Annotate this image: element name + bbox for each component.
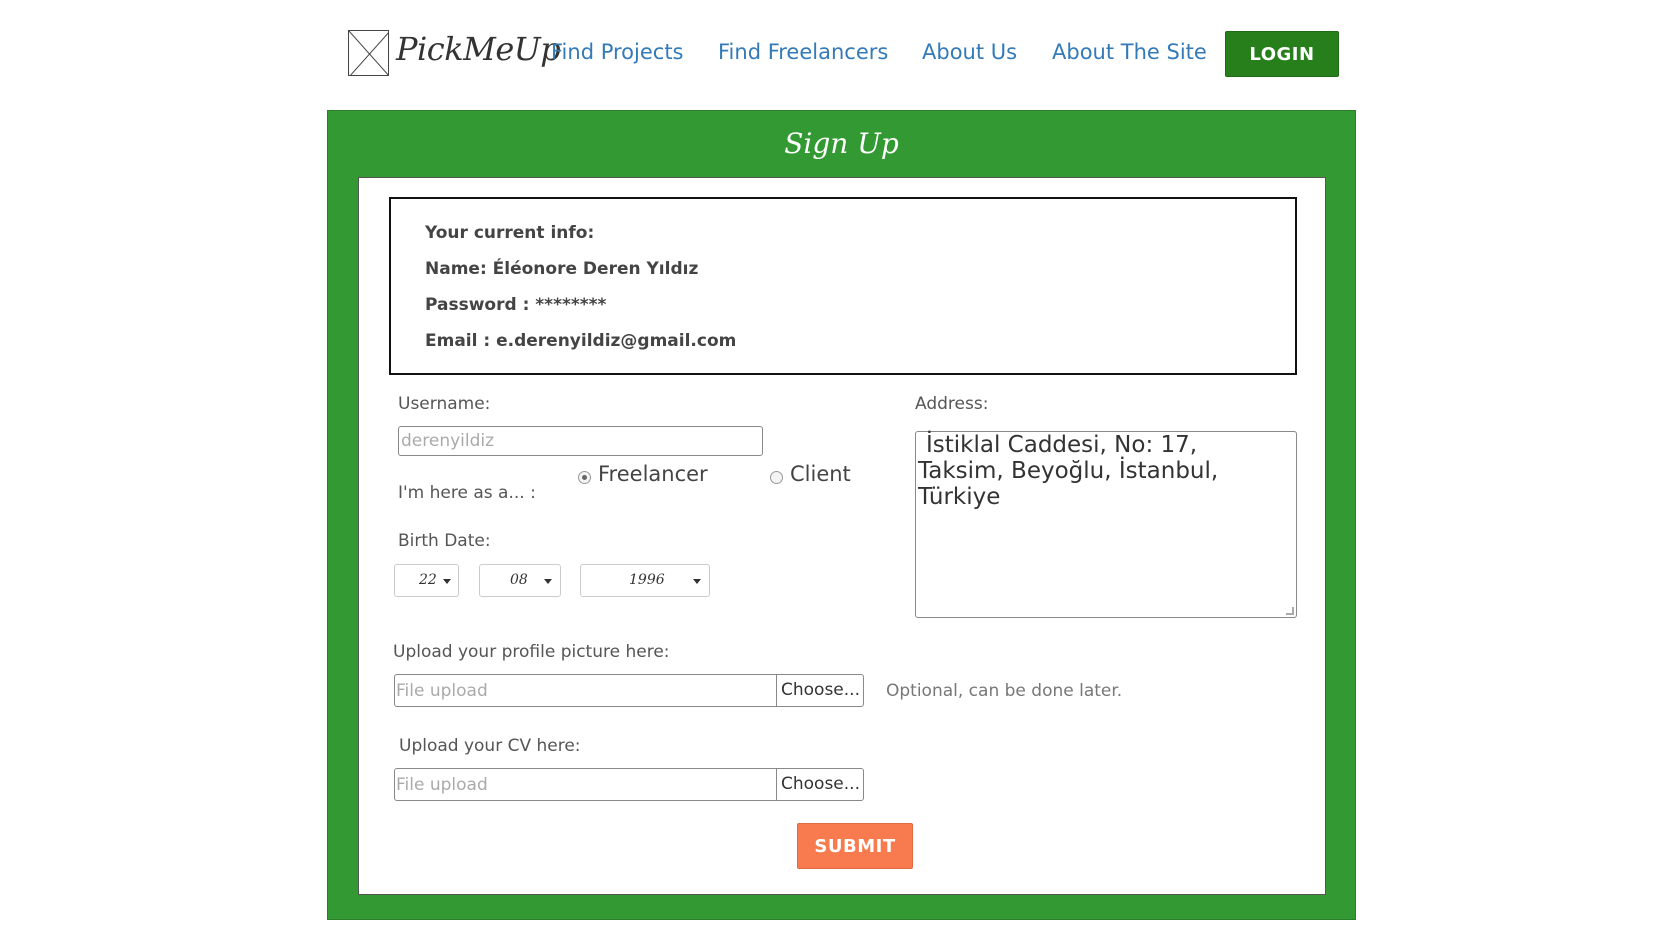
birth-year-value: 1996 (629, 572, 665, 588)
chevron-down-icon (693, 579, 701, 584)
brand-name[interactable]: PickMeUp (396, 30, 561, 68)
current-info-box: Your current info: Name: Éléonore Deren … (389, 197, 1297, 375)
freelancer-radio-label[interactable]: Freelancer (598, 462, 708, 486)
picture-upload-input[interactable]: File upload Choose... (394, 674, 864, 707)
resize-handle-icon[interactable] (1286, 607, 1294, 615)
chevron-down-icon (443, 579, 451, 584)
birth-day-select[interactable]: 22 (394, 564, 459, 597)
nav-about-us[interactable]: About Us (922, 40, 1017, 64)
login-button[interactable]: LOGIN (1225, 31, 1339, 77)
address-line-3: Türkiye (918, 484, 1001, 510)
optional-hint: Optional, can be done later. (886, 681, 1123, 701)
picture-upload-label: Upload your profile picture here: (393, 642, 670, 662)
address-line-1: İstiklal Caddesi, No: 17, (926, 432, 1198, 458)
role-label: I'm here as a... : (398, 483, 536, 503)
cv-upload-placeholder: File upload (396, 775, 488, 795)
birth-day-value: 22 (419, 572, 437, 588)
address-label: Address: (915, 394, 989, 414)
cv-upload-label: Upload your CV here: (399, 736, 581, 756)
client-radio[interactable] (770, 471, 783, 484)
address-line-2: Taksim, Beyoğlu, İstanbul, (918, 458, 1219, 484)
nav-find-freelancers[interactable]: Find Freelancers (718, 40, 888, 64)
client-radio-label[interactable]: Client (790, 462, 851, 486)
signup-frame: Sign Up Your current info: Name: Éléonor… (327, 110, 1356, 920)
birth-date-label: Birth Date: (398, 531, 491, 551)
birth-year-select[interactable]: 1996 (580, 564, 710, 597)
info-heading: Your current info: (425, 223, 595, 243)
info-password: Password : ******** (425, 295, 607, 315)
chevron-down-icon (544, 579, 552, 584)
birth-month-value: 08 (510, 572, 528, 588)
signup-form: Your current info: Name: Éléonore Deren … (358, 177, 1326, 895)
info-email: Email : e.derenyildiz@gmail.com (425, 331, 737, 351)
cv-choose-button[interactable]: Choose... (776, 769, 863, 800)
picture-choose-button[interactable]: Choose... (776, 675, 863, 706)
cv-upload-input[interactable]: File upload Choose... (394, 768, 864, 801)
username-input[interactable]: derenyildiz (398, 426, 763, 456)
info-name: Name: Éléonore Deren Yıldız (425, 259, 699, 279)
birth-month-select[interactable]: 08 (479, 564, 561, 597)
nav-about-the-site[interactable]: About The Site (1052, 40, 1207, 64)
nav-find-projects[interactable]: Find Projects (551, 40, 684, 64)
logo-icon[interactable] (348, 30, 389, 76)
signup-title: Sign Up (784, 127, 899, 160)
submit-button[interactable]: SUBMIT (797, 823, 913, 869)
username-label: Username: (398, 394, 491, 414)
freelancer-radio[interactable] (578, 471, 591, 484)
picture-upload-placeholder: File upload (396, 681, 488, 701)
address-textarea[interactable]: İstiklal Caddesi, No: 17, Taksim, Beyoğl… (915, 431, 1297, 618)
